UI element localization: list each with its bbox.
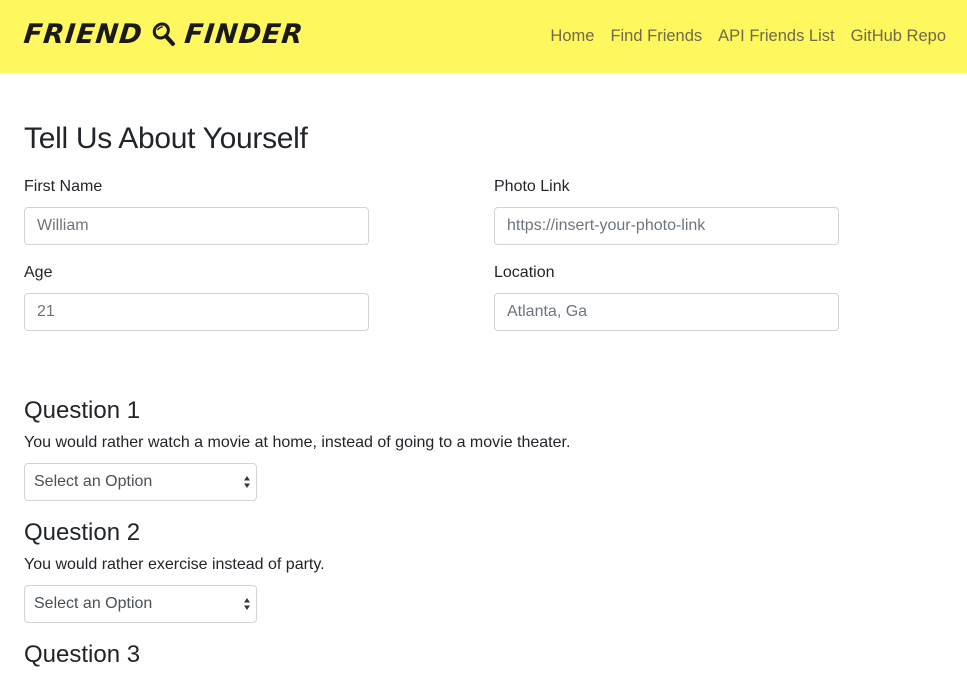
brand-logo[interactable]: FRIEND FINDER xyxy=(22,16,305,52)
nav-link-api-friends-list[interactable]: API Friends List xyxy=(718,27,834,46)
brand-text-left: FRIEND xyxy=(22,18,145,50)
question-2-text: You would rather exercise instead of par… xyxy=(24,556,325,573)
brand-text-right: FINDER xyxy=(183,18,306,50)
navbar: FRIEND FINDER Home Find Friends API Frie… xyxy=(0,0,967,73)
question-1-heading: Question 1 xyxy=(24,397,141,424)
location-label: Location xyxy=(494,264,555,281)
first-name-input[interactable] xyxy=(24,207,369,245)
question-2-select-value: Select an Option xyxy=(34,595,153,612)
question-1-select-value: Select an Option xyxy=(34,473,153,490)
nav-link-github-repo[interactable]: GitHub Repo xyxy=(851,27,946,46)
first-name-label: First Name xyxy=(24,178,103,195)
question-2-heading: Question 2 xyxy=(24,519,141,546)
location-input[interactable] xyxy=(494,293,839,331)
select-arrows-icon xyxy=(244,598,250,610)
question-1-text: You would rather watch a movie at home, … xyxy=(24,434,571,451)
nav-link-home[interactable]: Home xyxy=(550,27,594,46)
select-arrows-icon xyxy=(244,476,250,488)
photo-link-input[interactable] xyxy=(494,207,839,245)
nav-links: Home Find Friends API Friends List GitHu… xyxy=(550,27,946,46)
magnifier-icon xyxy=(149,21,178,47)
question-3-heading: Question 3 xyxy=(24,641,141,668)
question-2-select[interactable]: Select an Option xyxy=(24,585,257,623)
age-label: Age xyxy=(24,264,53,281)
page-title: Tell Us About Yourself xyxy=(24,122,308,155)
age-input[interactable] xyxy=(24,293,369,331)
question-1-select[interactable]: Select an Option xyxy=(24,463,257,501)
nav-link-find-friends[interactable]: Find Friends xyxy=(610,27,702,46)
photo-link-label: Photo Link xyxy=(494,178,570,195)
